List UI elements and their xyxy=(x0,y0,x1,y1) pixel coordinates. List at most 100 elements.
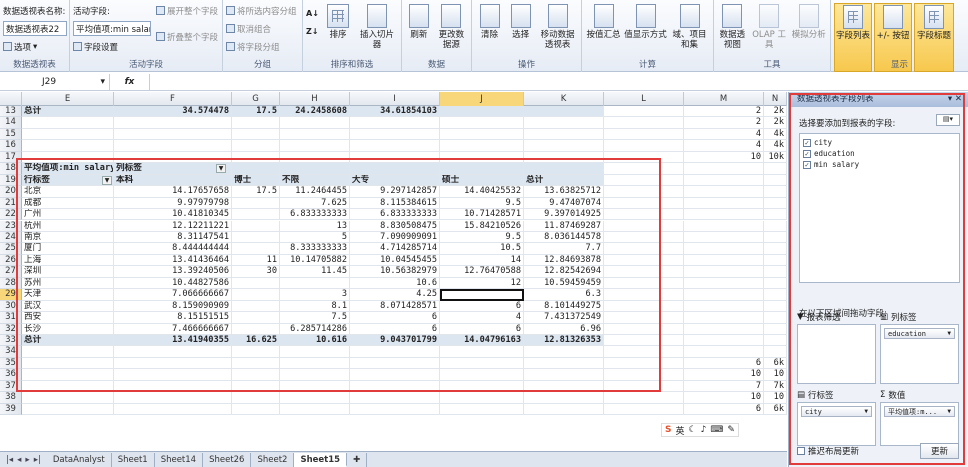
cell-i38[interactable] xyxy=(350,392,440,404)
cell-n20[interactable] xyxy=(764,186,787,198)
cell-m35[interactable]: 6 xyxy=(684,357,764,370)
column-header-g[interactable]: G xyxy=(232,92,280,106)
field-checkbox[interactable]: ✓ xyxy=(803,138,811,147)
sort-desc-icon[interactable]: Z↓ xyxy=(306,27,320,36)
cell-l38[interactable] xyxy=(604,392,684,404)
cell-n37[interactable]: 7k xyxy=(764,380,787,393)
column-header-h[interactable]: H xyxy=(280,92,350,106)
cell-l39[interactable] xyxy=(604,403,684,416)
sheet-tab-sheet26[interactable]: Sheet26 xyxy=(203,452,252,467)
cell-m14[interactable]: 2 xyxy=(684,117,764,129)
cell-m20[interactable] xyxy=(684,186,764,198)
ungroup-button[interactable]: 取消组合 xyxy=(226,21,297,36)
cell-f38[interactable] xyxy=(114,392,232,404)
cell-n33[interactable] xyxy=(764,335,787,347)
cell-n30[interactable] xyxy=(764,300,787,313)
collapse-field-button[interactable]: 折叠整个字段 xyxy=(156,29,218,44)
cell-g38[interactable] xyxy=(232,392,280,404)
cell-m28[interactable] xyxy=(684,277,764,290)
cell-e39[interactable] xyxy=(22,403,114,416)
cell-m33[interactable] xyxy=(684,335,764,347)
cell-n19[interactable] xyxy=(764,174,787,187)
cell-k14[interactable] xyxy=(524,117,604,129)
formula-input[interactable] xyxy=(150,74,968,90)
sheet-tab-sheet15[interactable]: Sheet15 xyxy=(294,452,348,467)
cell-n28[interactable] xyxy=(764,277,787,290)
cell-e13[interactable]: 总计 xyxy=(22,106,114,118)
cell-k15[interactable] xyxy=(524,128,604,141)
values-area[interactable]: 平均值项:m... ▼ xyxy=(880,402,959,446)
group-selection-button[interactable]: 将所选内容分组 xyxy=(226,3,297,18)
cell-g13[interactable]: 17.5 xyxy=(232,106,280,118)
cell-n35[interactable]: 6k xyxy=(764,357,787,370)
cell-m36[interactable]: 10 xyxy=(684,369,764,381)
row-header[interactable]: 15 xyxy=(0,128,22,141)
sheet-tab-sheet2[interactable]: Sheet2 xyxy=(251,452,295,467)
cell-n17[interactable]: 10k xyxy=(764,151,787,164)
cell-e14[interactable] xyxy=(22,117,114,129)
sheet-tab-sheet14[interactable]: Sheet14 xyxy=(155,452,204,467)
sort-asc-icon[interactable]: A↓ xyxy=(306,9,320,18)
update-button[interactable]: 更新 xyxy=(919,443,959,459)
cell-n31[interactable] xyxy=(764,312,787,324)
pivot-name-input[interactable]: 数据透视表22 xyxy=(3,21,67,36)
cell-m26[interactable] xyxy=(684,254,764,267)
cell-j14[interactable] xyxy=(440,117,524,129)
cell-j38[interactable] xyxy=(440,392,524,404)
layout-dropdown[interactable]: ▤▾ xyxy=(936,114,960,126)
cell-m17[interactable]: 10 xyxy=(684,151,764,164)
cell-n15[interactable]: 4k xyxy=(764,128,787,141)
cell-m15[interactable]: 4 xyxy=(684,128,764,141)
column-header-n[interactable]: N xyxy=(764,92,787,106)
cell-n25[interactable] xyxy=(764,243,787,255)
cell-j15[interactable] xyxy=(440,128,524,141)
cell-e38[interactable] xyxy=(22,392,114,404)
column-header-e[interactable]: E xyxy=(22,92,114,106)
row-header[interactable]: 38 xyxy=(0,392,22,404)
column-labels-area[interactable]: education ▼ xyxy=(880,324,959,384)
cell-m23[interactable] xyxy=(684,220,764,232)
cell-m30[interactable] xyxy=(684,300,764,313)
cell-m25[interactable] xyxy=(684,243,764,255)
row-header[interactable]: 39 xyxy=(0,403,22,416)
cell-l16[interactable] xyxy=(604,140,684,152)
cell-n16[interactable]: 4k xyxy=(764,140,787,152)
cell-n38[interactable]: 10 xyxy=(764,392,787,404)
cell-n14[interactable]: 2k xyxy=(764,117,787,129)
cell-n22[interactable] xyxy=(764,209,787,221)
row-header[interactable]: 14 xyxy=(0,117,22,129)
new-sheet-icon[interactable]: ✚ xyxy=(347,452,368,467)
row-labels-area[interactable]: city ▼ xyxy=(797,402,876,446)
cell-l13[interactable] xyxy=(604,106,684,118)
cell-n29[interactable] xyxy=(764,289,787,301)
cell-e15[interactable] xyxy=(22,128,114,141)
cell-m34[interactable] xyxy=(684,346,764,358)
cell-g14[interactable] xyxy=(232,117,280,129)
cell-j13[interactable] xyxy=(440,106,524,118)
chevron-down-icon[interactable]: ▾ xyxy=(100,77,105,87)
row-header[interactable]: 16 xyxy=(0,140,22,152)
cell-f39[interactable] xyxy=(114,403,232,416)
cell-n34[interactable] xyxy=(764,346,787,358)
column-header-k[interactable]: K xyxy=(524,92,604,106)
cell-m38[interactable]: 10 xyxy=(684,392,764,404)
column-header-m[interactable]: M xyxy=(684,92,764,106)
cell-j39[interactable] xyxy=(440,403,524,416)
column-header-l[interactable]: L xyxy=(604,92,684,106)
cell-n27[interactable] xyxy=(764,266,787,278)
cell-k38[interactable] xyxy=(524,392,604,404)
cell-m18[interactable] xyxy=(684,163,764,175)
cell-n24[interactable] xyxy=(764,231,787,244)
cell-h39[interactable] xyxy=(280,403,350,416)
row-header[interactable]: 13 xyxy=(0,106,22,118)
report-filter-area[interactable] xyxy=(797,324,876,384)
cell-j16[interactable] xyxy=(440,140,524,152)
cell-k16[interactable] xyxy=(524,140,604,152)
cell-f16[interactable] xyxy=(114,140,232,152)
cell-h38[interactable] xyxy=(280,392,350,404)
fx-button[interactable]: fx xyxy=(110,73,150,90)
cell-h13[interactable]: 24.2458608 xyxy=(280,106,350,118)
cell-n32[interactable] xyxy=(764,323,787,335)
cell-m13[interactable]: 2 xyxy=(684,106,764,118)
cell-n23[interactable] xyxy=(764,220,787,232)
